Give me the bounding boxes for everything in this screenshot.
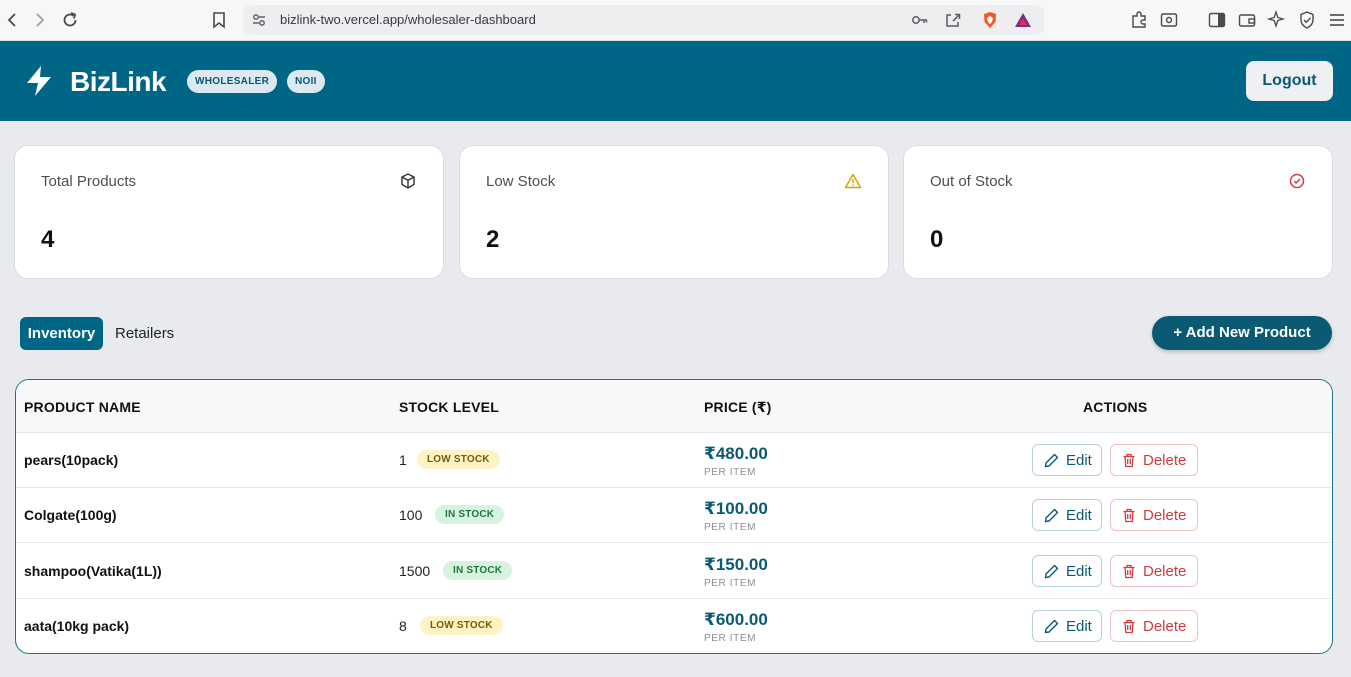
price-unit: PER ITEM [704, 633, 757, 644]
user-chip: NOII [287, 70, 325, 93]
warning-icon [844, 172, 862, 190]
delete-button[interactable]: Delete [1110, 610, 1198, 642]
table-row: shampoo(Vatika(1L)) 1500 IN STOCK ₹150.0… [16, 544, 1332, 599]
delete-button[interactable]: Delete [1110, 444, 1198, 476]
site-info-icon[interactable] [251, 12, 267, 28]
table-row: aata(10kg pack) 8 LOW STOCK ₹600.00 PER … [16, 599, 1332, 653]
key-icon[interactable] [911, 11, 929, 29]
trash-icon [1123, 453, 1135, 468]
role-chip: WHOLESALER [187, 70, 278, 93]
edit-label: Edit [1066, 452, 1092, 469]
stat-card-low-stock: Low Stock 2 [459, 145, 889, 279]
x-circle-icon [1288, 172, 1306, 190]
column-header-price: PRICE (₹) [704, 399, 772, 415]
status-badge: IN STOCK [443, 561, 513, 580]
delete-button[interactable]: Delete [1110, 555, 1198, 587]
share-icon[interactable] [944, 11, 962, 29]
bolt-icon [24, 65, 54, 97]
price-unit: PER ITEM [704, 467, 757, 478]
pencil-icon [1044, 564, 1059, 579]
price: ₹600.00 [704, 610, 768, 629]
product-name: shampoo(Vatika(1L)) [24, 563, 162, 579]
table-header: PRODUCT NAME STOCK LEVEL PRICE (₹) ACTIO… [16, 380, 1332, 433]
price: ₹480.00 [704, 444, 768, 463]
back-icon[interactable] [1, 9, 23, 31]
stat-label: Low Stock [486, 173, 556, 190]
price: ₹100.00 [704, 499, 768, 518]
forward-icon[interactable] [29, 9, 51, 31]
menu-icon[interactable] [1327, 10, 1347, 30]
product-name: aata(10kg pack) [24, 618, 130, 634]
edit-label: Edit [1066, 563, 1092, 580]
edit-button[interactable]: Edit [1032, 555, 1102, 587]
column-header-stock-level: STOCK LEVEL [399, 399, 499, 415]
stat-card-out-of-stock: Out of Stock 0 [903, 145, 1333, 279]
pencil-icon [1044, 619, 1059, 634]
edit-label: Edit [1066, 507, 1092, 524]
stat-value: 0 [930, 226, 944, 253]
trash-icon [1123, 508, 1135, 523]
trash-icon [1123, 619, 1135, 634]
delete-label: Delete [1143, 507, 1187, 524]
stat-label: Total Products [41, 173, 137, 190]
stock-level: 1500 [399, 563, 431, 579]
price: ₹150.00 [704, 555, 768, 574]
extensions-icon[interactable] [1129, 10, 1149, 30]
sidebar-icon[interactable] [1207, 10, 1227, 30]
product-name: pears(10pack) [24, 452, 119, 468]
stock-level: 1 [399, 452, 407, 468]
delete-label: Delete [1143, 452, 1187, 469]
delete-label: Delete [1143, 618, 1187, 635]
tab-inventory[interactable]: Inventory [20, 317, 103, 350]
leo-ai-icon[interactable] [1267, 10, 1287, 30]
bookmark-icon[interactable] [208, 9, 230, 31]
table-row: pears(10pack) 1 LOW STOCK ₹480.00 PER IT… [16, 433, 1332, 488]
stat-value: 2 [486, 226, 500, 253]
reload-icon[interactable] [59, 9, 81, 31]
brave-shield-icon[interactable] [981, 11, 999, 29]
vpn-icon[interactable] [1297, 10, 1317, 30]
product-name: Colgate(100g) [24, 507, 117, 523]
logout-button[interactable]: Logout [1246, 61, 1333, 101]
column-header-actions: ACTIONS [1083, 399, 1148, 415]
stat-value: 4 [41, 226, 55, 253]
edit-button[interactable]: Edit [1032, 499, 1102, 531]
browser-toolbar: bizlink-two.vercel.app/wholesaler-dashbo… [0, 0, 1351, 41]
delete-label: Delete [1143, 563, 1187, 580]
stock-level: 8 [399, 618, 407, 634]
edit-button[interactable]: Edit [1032, 444, 1102, 476]
url-text[interactable]: bizlink-two.vercel.app/wholesaler-dashbo… [280, 12, 536, 27]
price-unit: PER ITEM [704, 578, 757, 589]
pencil-icon [1044, 453, 1059, 468]
edit-button[interactable]: Edit [1032, 610, 1102, 642]
wallet-icon[interactable] [1237, 10, 1257, 30]
stock-level: 100 [399, 507, 423, 523]
status-badge: IN STOCK [435, 505, 505, 524]
address-bar[interactable]: bizlink-two.vercel.app/wholesaler-dashbo… [243, 5, 1044, 35]
stat-card-total-products: Total Products 4 [14, 145, 444, 279]
status-badge: LOW STOCK [417, 450, 500, 469]
brand-logo: BizLink [70, 66, 167, 97]
price-unit: PER ITEM [704, 522, 757, 533]
edit-label: Edit [1066, 618, 1092, 635]
pencil-icon [1044, 508, 1059, 523]
add-new-product-button[interactable]: + Add New Product [1152, 316, 1332, 350]
tab-retailers[interactable]: Retailers [105, 317, 184, 350]
column-header-product-name: PRODUCT NAME [24, 399, 141, 415]
delete-button[interactable]: Delete [1110, 499, 1198, 531]
status-badge: LOW STOCK [420, 616, 503, 635]
inventory-table: PRODUCT NAME STOCK LEVEL PRICE (₹) ACTIO… [15, 379, 1333, 654]
trash-icon [1123, 564, 1135, 579]
table-row: Colgate(100g) 100 IN STOCK ₹100.00 PER I… [16, 488, 1332, 543]
rewards-icon[interactable] [1014, 11, 1032, 29]
stat-label: Out of Stock [930, 173, 1013, 190]
screenshot-icon[interactable] [1159, 10, 1179, 30]
box-icon [399, 172, 417, 190]
